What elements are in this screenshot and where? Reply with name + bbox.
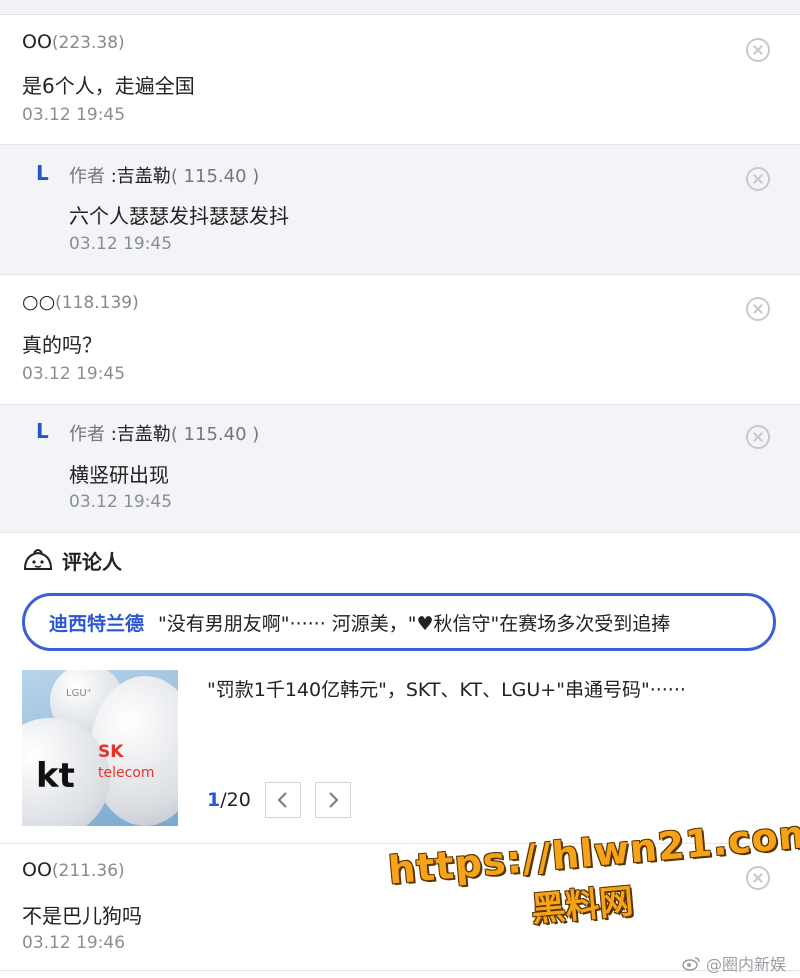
highlight-link[interactable]: 迪西特兰德 "没有男朋友啊"······ 河源美，"♥秋信守"在赛场多次受到追捧: [22, 593, 776, 651]
thumb-kt-text: kt: [36, 756, 75, 796]
comment-item: ○○(118.139) 真的吗？ 03.12 19:45: [0, 275, 800, 405]
comment-time: 03.12 19:46: [22, 933, 126, 953]
author-ip: (211.36): [51, 861, 125, 881]
author-label: 作者: [69, 166, 105, 187]
thumb-sk-text: SK telecom: [98, 742, 178, 782]
highlight-text: "没有男朋友啊"······ 河源美，"♥秋信守"在赛场多次受到追捧: [158, 612, 671, 635]
author-name: OO: [22, 31, 52, 53]
author-ip: (118.139): [55, 293, 139, 313]
comment-text: 不是巴儿狗吗: [22, 904, 142, 928]
author-name: OO: [22, 859, 52, 881]
news-thumbnail[interactable]: LGU⁺ kt SK telecom: [22, 670, 178, 826]
delete-icon[interactable]: [746, 38, 770, 62]
reply-author: 作者 :吉盖勒( 115.40 ): [69, 162, 259, 188]
reply-time: 03.12 19:45: [69, 234, 173, 254]
comment-text: 是6个人，走遍全国: [22, 74, 195, 98]
author-ip: ( 115.40 ): [170, 424, 260, 445]
comment-time: 03.12 19:45: [22, 105, 126, 125]
comment-time: 03.12 19:45: [22, 364, 126, 384]
source-credit: @圈内新娱: [682, 951, 786, 975]
pagination: 1/20: [207, 782, 351, 818]
author-name: :吉盖勒: [110, 166, 171, 187]
reply-text: 六个人瑟瑟发抖瑟瑟发抖: [69, 204, 289, 228]
reply-time: 03.12 19:45: [69, 492, 173, 512]
reply-author: 作者 :吉盖勒( 115.40 ): [69, 420, 259, 446]
comment-author: OO(223.38): [22, 31, 125, 53]
reply-arrow-icon: L: [36, 419, 49, 443]
comment-text: 真的吗？: [22, 333, 102, 357]
author-name: ○○: [22, 291, 56, 313]
top-bar: [0, 0, 800, 15]
source-credit-text: @圈内新娱: [705, 955, 786, 974]
reply-item: L 作者 :吉盖勒( 115.40 ) 六个人瑟瑟发抖瑟瑟发抖 03.12 19…: [0, 145, 800, 275]
reply-text: 横竖研出现: [69, 463, 169, 487]
news-title[interactable]: "罚款1千140亿韩元"，SKT、KT、LGU+"串通号码"······: [207, 675, 686, 702]
author-ip: (223.38): [51, 33, 125, 53]
next-page-button[interactable]: [314, 782, 351, 818]
comment-item: OO(223.38) 是6个人，走遍全国 03.12 19:45: [0, 15, 800, 145]
prev-page-button[interactable]: [264, 782, 301, 818]
page-current: 1: [207, 789, 221, 811]
delete-icon[interactable]: [746, 167, 770, 191]
commenter-section-header: 评论人: [22, 545, 122, 575]
reply-arrow-icon: L: [36, 161, 49, 185]
delete-icon[interactable]: [746, 297, 770, 321]
thumb-telecom: telecom: [98, 765, 155, 781]
delete-icon[interactable]: [746, 425, 770, 449]
page-total: /20: [220, 789, 251, 811]
chevron-left-icon: [277, 792, 287, 808]
commenter-section-title: 评论人: [62, 549, 122, 574]
comment-author: OO(211.36): [22, 859, 125, 881]
author-ip: ( 115.40 ): [170, 166, 260, 187]
comment-author: ○○(118.139): [22, 291, 139, 313]
face-icon: [23, 549, 53, 570]
author-label: 作者: [69, 424, 105, 445]
thumb-sk: SK: [98, 742, 124, 762]
page-indicator: 1/20: [207, 789, 251, 811]
highlight-tag: 迪西特兰德: [49, 612, 145, 635]
reply-item: L 作者 :吉盖勒( 115.40 ) 横竖研出现 03.12 19:45: [0, 405, 800, 533]
author-name: :吉盖勒: [110, 424, 171, 445]
weibo-icon: [682, 957, 700, 971]
thumb-lgu-text: LGU⁺: [66, 688, 92, 699]
chevron-right-icon: [329, 792, 339, 808]
